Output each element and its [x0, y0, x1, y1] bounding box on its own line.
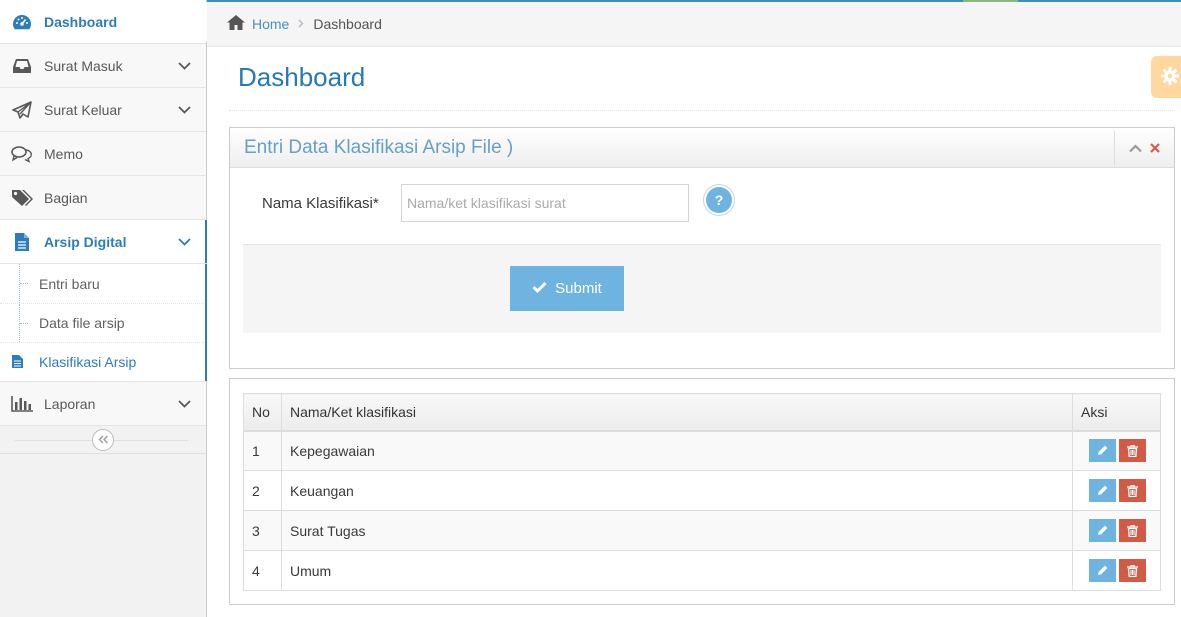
chevron-down-icon: [178, 397, 192, 411]
submenu-item-data-file-arsip[interactable]: Data file arsip: [0, 303, 206, 342]
bar-chart-icon: [11, 394, 33, 414]
klasifikasi-table-widget: No Nama/Ket klasifikasi Aksi 1 Kepegawai…: [229, 378, 1175, 605]
help-icon[interactable]: ?: [706, 187, 732, 213]
page-header: Dashboard: [229, 48, 1181, 111]
submenu-item-label: Data file arsip: [39, 315, 125, 331]
sidebar-item-label: Dashboard: [44, 13, 118, 30]
sidebar-item-label: Surat Keluar: [44, 101, 122, 118]
trash-icon: [1127, 524, 1138, 537]
table-row: 4 Umum: [243, 550, 1161, 591]
paper-plane-icon: [11, 100, 33, 120]
cell-actions: [1072, 470, 1161, 511]
file-icon: [12, 355, 23, 371]
sidebar-item-label: Arsip Digital: [44, 233, 127, 250]
pencil-icon: [1098, 445, 1108, 456]
breadcrumb-current: Dashboard: [313, 16, 382, 32]
delete-button[interactable]: [1119, 479, 1146, 502]
widget-toolbar: [1114, 131, 1174, 165]
submenu-item-label: Entri baru: [39, 275, 100, 292]
cell-no: 4: [243, 550, 282, 591]
pencil-icon: [1098, 525, 1108, 535]
column-header-no[interactable]: No: [243, 393, 282, 432]
chevron-down-icon: [178, 59, 192, 73]
submit-button[interactable]: Submit: [510, 266, 624, 311]
submenu-item-klasifikasi-arsip[interactable]: Klasifikasi Arsip: [0, 342, 206, 381]
sidebar-item-label: Surat Masuk: [44, 57, 123, 74]
cell-actions: [1072, 550, 1161, 591]
sidebar-item-surat-masuk[interactable]: Surat Masuk: [0, 44, 206, 88]
table-row: 2 Keuangan: [243, 470, 1161, 511]
breadcrumb: Home Dashboard: [207, 2, 1181, 47]
breadcrumb-separator-icon: [298, 17, 304, 31]
sidebar-item-surat-keluar[interactable]: Surat Keluar: [0, 88, 206, 132]
nama-klasifikasi-label: Nama Klasifikasi*: [262, 195, 379, 212]
home-icon[interactable]: [227, 15, 245, 33]
cell-actions: [1072, 510, 1161, 551]
page-title: Dashboard: [238, 62, 366, 92]
column-header-nama[interactable]: Nama/Ket klasifikasi: [281, 393, 1073, 432]
gear-icon: [1161, 66, 1179, 88]
settings-toggle-button[interactable]: [1151, 56, 1181, 98]
form-actions: Submit: [243, 244, 1161, 333]
delete-button[interactable]: [1119, 439, 1146, 463]
trash-icon: [1127, 564, 1138, 577]
entry-form-widget: Entri Data Klasifikasi Arsip File ) Nama…: [229, 127, 1175, 369]
cell-name: Surat Tugas: [281, 510, 1073, 551]
delete-button[interactable]: [1119, 559, 1146, 582]
table-row: 3 Surat Tugas: [243, 510, 1161, 551]
inbox-icon: [11, 56, 33, 76]
cell-no: 1: [243, 430, 282, 471]
submenu-item-label: Klasifikasi Arsip: [39, 354, 137, 370]
sidebar-item-laporan[interactable]: Laporan: [0, 382, 206, 426]
sidebar-item-dashboard[interactable]: Dashboard: [0, 0, 215, 44]
sidebar-item-label: Laporan: [44, 395, 96, 412]
chevron-up-icon[interactable]: [1129, 140, 1142, 156]
edit-button[interactable]: [1089, 439, 1116, 463]
pencil-icon: [1098, 485, 1108, 495]
widget-header: Entri Data Klasifikasi Arsip File ): [230, 128, 1174, 168]
cell-no: 2: [243, 470, 282, 511]
cell-no: 3: [243, 510, 282, 551]
sidebar-item-memo[interactable]: Memo: [0, 132, 206, 176]
submenu-item-entri-baru[interactable]: Entri baru: [0, 264, 206, 303]
edit-button[interactable]: [1089, 519, 1116, 542]
chevron-down-icon: [178, 235, 192, 249]
sidebar-item-arsip-digital[interactable]: Arsip Digital: [0, 220, 207, 264]
comments-icon: [11, 144, 33, 164]
file-text-icon: [11, 232, 33, 252]
close-icon[interactable]: [1150, 140, 1160, 156]
edit-button[interactable]: [1089, 559, 1116, 582]
pencil-icon: [1098, 565, 1108, 575]
column-header-aksi: Aksi: [1072, 393, 1161, 432]
cell-name: Umum: [281, 550, 1073, 591]
nama-klasifikasi-input[interactable]: [401, 184, 689, 222]
sidebar-item-bagian[interactable]: Bagian: [0, 176, 206, 220]
edit-button[interactable]: [1089, 479, 1116, 502]
tachometer-icon: [11, 12, 33, 32]
sidebar-item-label: Memo: [44, 145, 83, 162]
trash-icon: [1127, 444, 1138, 457]
double-chevron-left-icon[interactable]: [92, 428, 114, 451]
breadcrumb-home-link[interactable]: Home: [252, 16, 289, 32]
submit-label: Submit: [555, 280, 602, 297]
table-header-row: No Nama/Ket klasifikasi Aksi: [243, 393, 1161, 432]
widget-title: Entri Data Klasifikasi Arsip File ): [244, 137, 514, 158]
sidebar: Dashboard Surat Masuk Surat Keluar Memo …: [0, 0, 215, 617]
klasifikasi-table: No Nama/Ket klasifikasi Aksi 1 Kepegawai…: [243, 393, 1161, 591]
cell-actions: [1072, 430, 1161, 471]
check-icon: [532, 280, 547, 297]
chevron-down-icon: [178, 103, 192, 117]
sidebar-item-label: Bagian: [44, 189, 88, 206]
arsip-digital-submenu: Entri baru Data file arsip Klasifikasi A…: [0, 264, 207, 382]
sidebar-collapse-bar: [0, 426, 206, 454]
cell-name: Keuangan: [281, 470, 1073, 511]
form-row-nama-klasifikasi: Nama Klasifikasi* ?: [230, 184, 1174, 224]
tags-icon: [11, 188, 33, 208]
delete-button[interactable]: [1119, 519, 1146, 542]
trash-icon: [1127, 484, 1138, 497]
cell-name: Kepegawaian: [281, 430, 1073, 471]
table-row: 1 Kepegawaian: [243, 430, 1161, 471]
